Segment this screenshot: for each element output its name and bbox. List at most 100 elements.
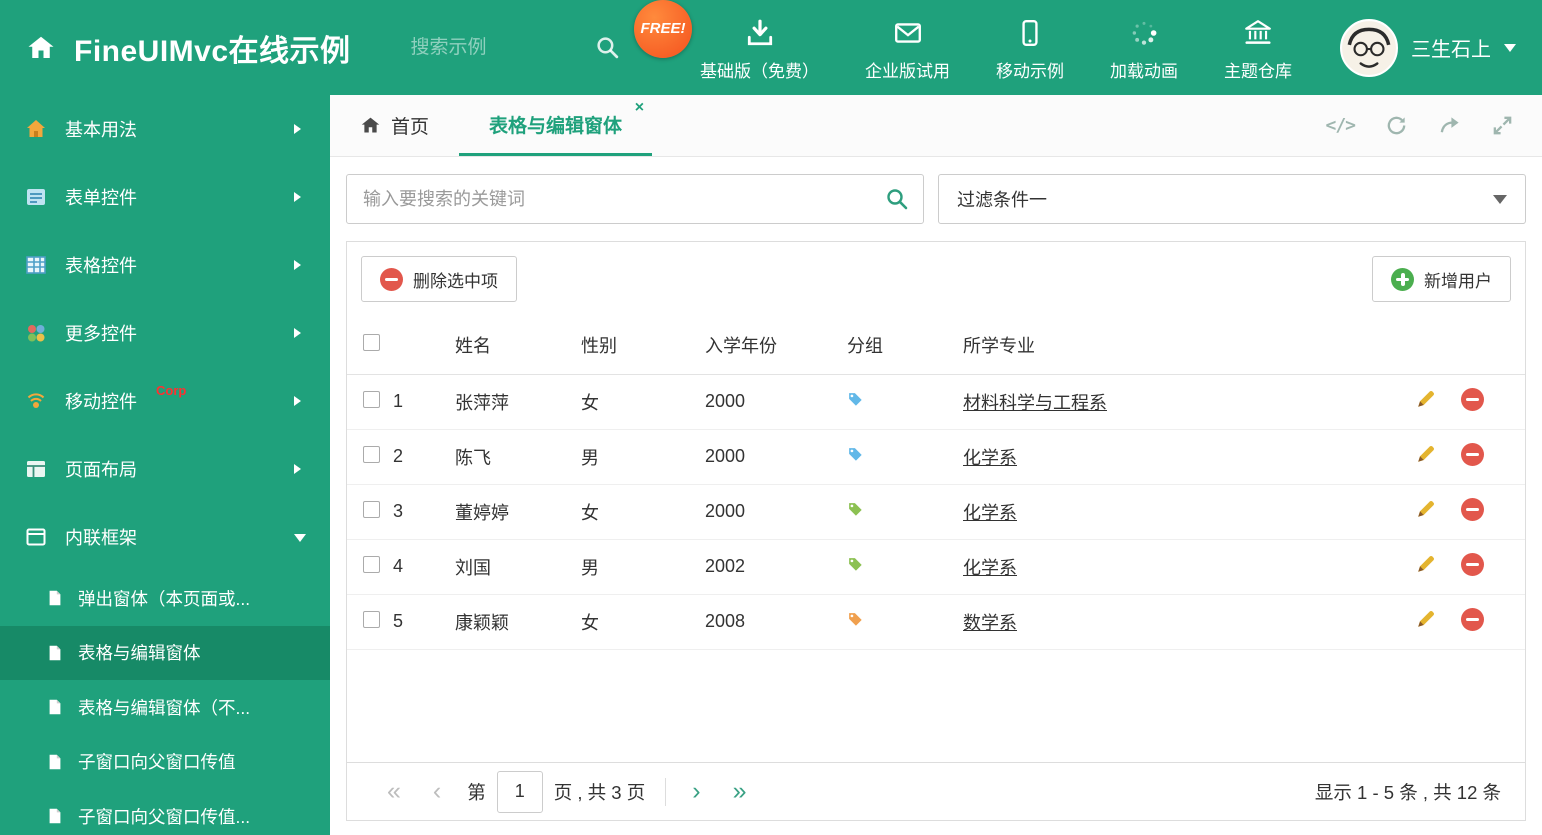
edit-icon[interactable] [1415,443,1437,465]
delete-icon[interactable] [1461,607,1484,631]
row-number: 2 [393,429,449,485]
search-icon[interactable] [595,35,620,60]
tag-icon [847,446,864,463]
delete-icon[interactable] [1461,442,1484,466]
close-icon[interactable]: × [635,100,644,116]
column-header-name: 姓名 [449,316,581,375]
tag-icon [847,501,864,518]
mobile-icon [1015,18,1045,48]
tag-icon [847,556,864,573]
next-page-button[interactable]: › [676,779,716,804]
delete-icon[interactable] [1461,497,1484,521]
plus-icon [1391,267,1414,291]
major-link[interactable]: 数学系 [963,613,1017,633]
header-search-input[interactable] [410,36,561,59]
row-checkbox[interactable] [363,610,380,628]
row-checkbox[interactable] [363,500,380,518]
signal-icon [24,390,48,412]
page-icon [46,589,64,607]
nav-item-loading-animations[interactable]: 加载动画 [1110,14,1178,82]
last-page-button[interactable]: » [717,779,763,804]
name-cell: 刘国 [449,539,581,595]
submenu-item-child-to-parent-2[interactable]: 子窗口向父窗口传值... [0,789,330,835]
page-input[interactable] [496,770,543,813]
submenu-item-label: 表格与编辑窗体（不... [78,697,251,718]
user-name: 三生石上 [1411,39,1491,61]
chevron-down-icon [294,533,306,548]
major-link[interactable]: 材料科学与工程系 [963,393,1107,413]
year-cell: 2002 [705,539,847,595]
nav-item-basic-edition[interactable]: FREE! 基础版（免费） [634,0,819,82]
edit-icon[interactable] [1415,388,1437,410]
divider [665,777,667,806]
add-user-button[interactable]: 新增用户 [1372,256,1511,302]
refresh-icon[interactable] [1385,114,1408,137]
submenu-item-child-to-parent[interactable]: 子窗口向父窗口传值 [0,735,330,790]
row-number: 1 [393,374,449,430]
expand-icon[interactable] [1491,114,1514,137]
bank-icon [1243,18,1273,48]
delete-icon[interactable] [1461,387,1484,411]
sidebar-item-mobile-controls[interactable]: 移动控件 Corp [0,367,330,435]
sidebar-item-basic-usage[interactable]: 基本用法 [0,95,330,163]
prev-page-button[interactable]: ‹ [417,779,457,804]
user-menu[interactable]: 三生石上 [1340,18,1516,77]
sidebar-item-form-controls[interactable]: 表单控件 [0,163,330,231]
chevron-down-icon [1504,44,1516,58]
first-page-button[interactable]: « [371,779,417,804]
tag-icon [847,391,864,408]
delete-icon[interactable] [1461,552,1484,576]
edit-icon[interactable] [1415,553,1437,575]
table-header-row: 姓名 性别 入学年份 分组 所学专业 [347,316,1525,375]
spinner-icon [1129,18,1159,48]
filter-select[interactable]: 过滤条件一 [938,174,1526,224]
nav-item-theme-store[interactable]: 主题仓库 [1224,14,1292,82]
nav-item-enterprise-trial[interactable]: 企业版试用 [865,14,950,82]
tab-home[interactable]: 首页 [330,95,459,156]
brand[interactable]: FineUIMvc在线示例 [26,26,351,70]
share-icon[interactable] [1438,114,1461,137]
sidebar-item-grid-controls[interactable]: 表格控件 [0,231,330,299]
gender-cell: 女 [581,374,705,430]
chevron-right-icon [294,328,306,338]
nav-label: 加载动画 [1110,61,1178,81]
table-row: 5 康颖颖 女 2008 数学系 [347,594,1525,650]
table-row: 1 张萍萍 女 2000 材料科学与工程系 [347,374,1525,430]
minus-icon [380,267,403,291]
select-all-checkbox[interactable] [363,333,380,351]
submenu-item-grid-edit-window[interactable]: 表格与编辑窗体 [0,625,330,680]
sidebar-item-more-controls[interactable]: 更多控件 [0,299,330,367]
filter-select-value: 过滤条件一 [957,190,1047,210]
nav-label: 基础版（免费） [700,61,819,81]
app-window: FineUIMvc在线示例 FREE! 基础版（免费） 企业版试用 [0,0,1542,835]
header-nav: FREE! 基础版（免费） 企业版试用 移动示例 加载动画 主题仓库 [634,0,1292,82]
chevron-right-icon [294,192,306,202]
row-checkbox[interactable] [363,445,380,463]
sidebar-item-label: 表格控件 [65,256,137,276]
column-header-index [393,316,449,375]
tab-grid-edit-window[interactable]: 表格与编辑窗体 × [459,95,653,156]
major-link[interactable]: 化学系 [963,558,1017,578]
page-icon [46,644,64,662]
chevron-right-icon [294,260,306,270]
edit-icon[interactable] [1415,498,1437,520]
major-link[interactable]: 化学系 [963,448,1017,468]
sidebar-item-page-layout[interactable]: 页面布局 [0,435,330,503]
source-code-icon[interactable]: </> [1325,115,1355,136]
submenu-item-popup-window[interactable]: 弹出窗体（本页面或... [0,571,330,626]
major-link[interactable]: 化学系 [963,503,1017,523]
page-number-group: 第 页 , 共 3 页 [467,770,645,813]
filter-row: 过滤条件一 [330,157,1542,241]
row-checkbox[interactable] [363,555,380,573]
submenu-item-grid-edit-window-2[interactable]: 表格与编辑窗体（不... [0,680,330,735]
row-checkbox[interactable] [363,390,380,408]
tab-strip: 首页 表格与编辑窗体 × </> [330,95,1542,157]
avatar [1340,18,1398,77]
keyword-search-input[interactable] [363,188,885,210]
search-icon[interactable] [885,187,909,211]
delete-selected-button[interactable]: 删除选中项 [361,256,517,302]
sidebar-item-inline-frame[interactable]: 内联框架 [0,503,330,571]
sidebar-item-label: 移动控件 [65,392,137,412]
edit-icon[interactable] [1415,608,1437,630]
nav-item-mobile-demo[interactable]: 移动示例 [996,14,1064,82]
